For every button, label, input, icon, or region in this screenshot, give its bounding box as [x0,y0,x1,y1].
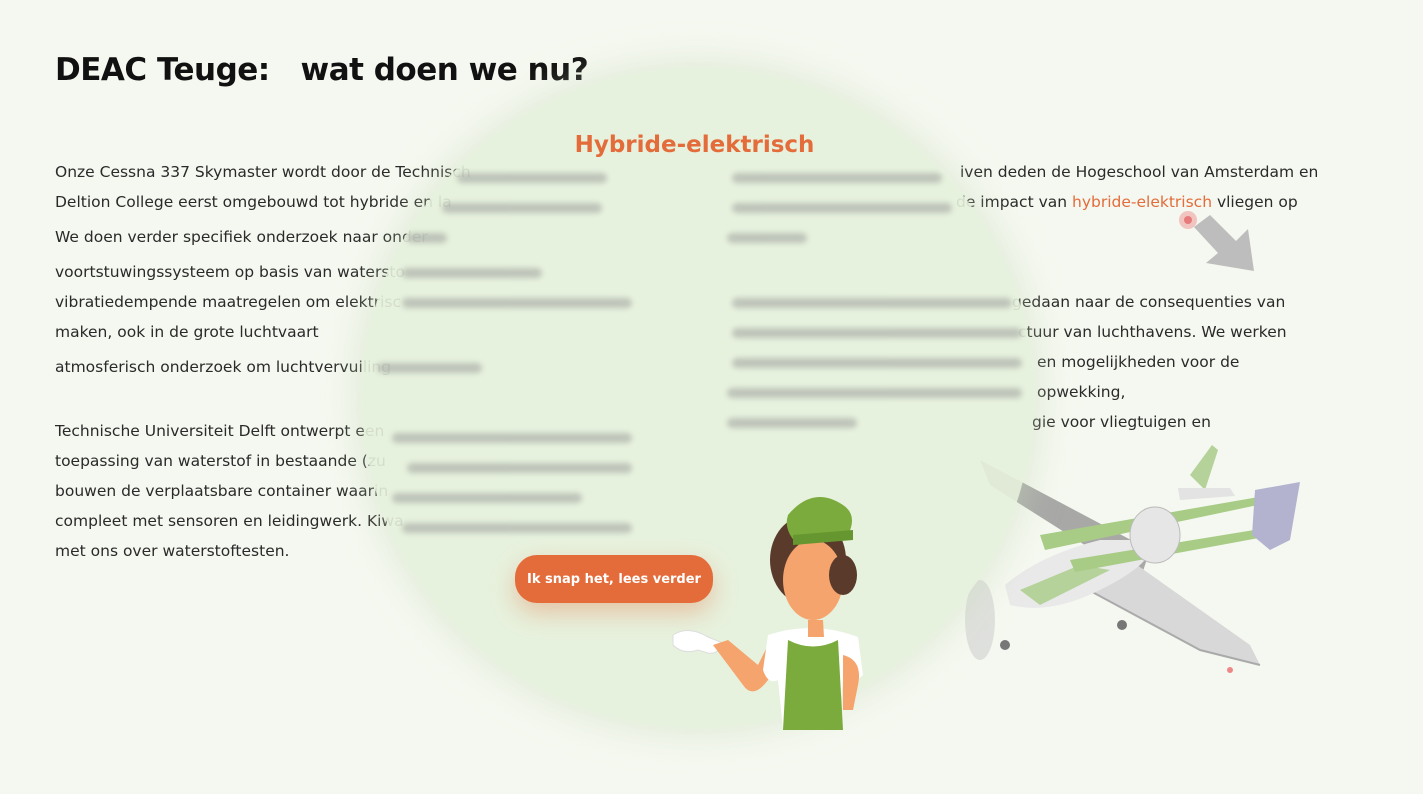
stewardess-mascot-illustration [672,497,863,730]
popup-title: Hybride-elektrisch [574,132,815,158]
arrow-pointer-icon [1179,211,1254,271]
